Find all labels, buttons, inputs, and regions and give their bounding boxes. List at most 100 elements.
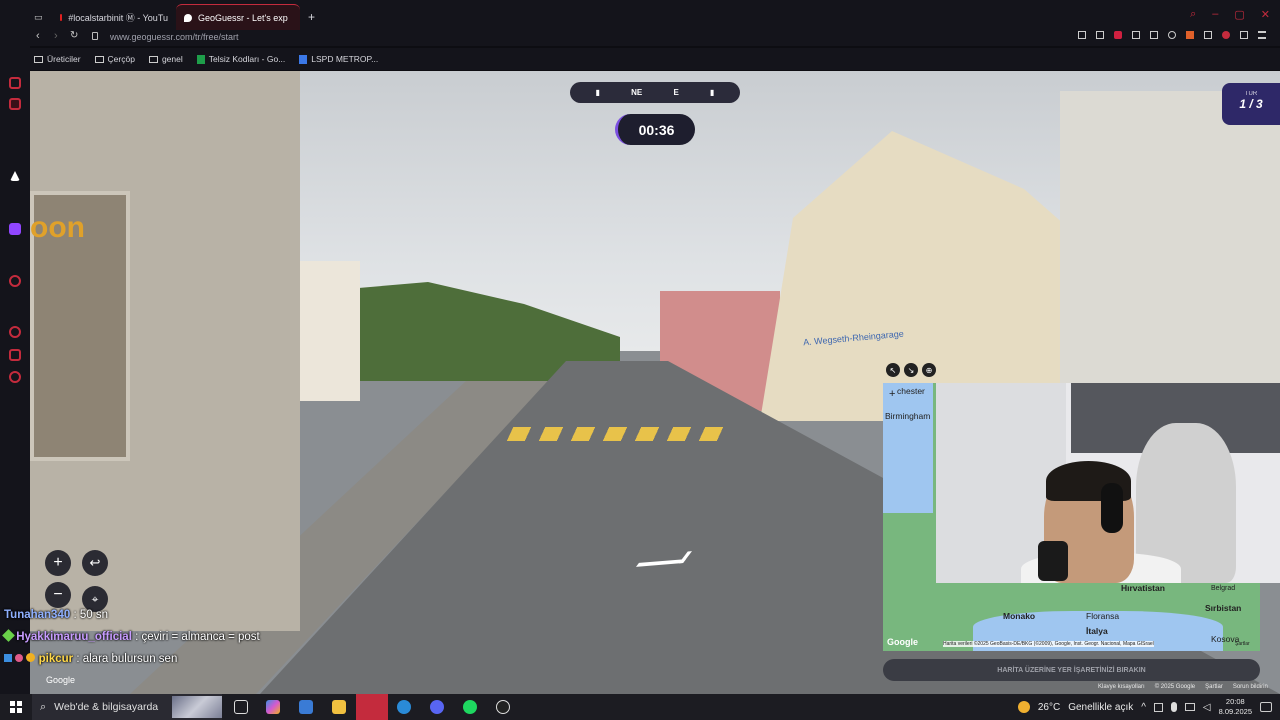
map-label: chester bbox=[897, 386, 925, 396]
map-google-logo: Google bbox=[887, 637, 918, 647]
pin-icon[interactable] bbox=[1078, 31, 1086, 39]
new-tab-button[interactable]: + bbox=[300, 4, 320, 30]
map-label: Floransa bbox=[1086, 611, 1120, 621]
menu-icon[interactable] bbox=[1258, 31, 1266, 39]
compass-tick-icon: ▮ bbox=[595, 88, 600, 97]
bookmark-label: LSPD METROP... bbox=[311, 54, 379, 64]
weather-icon[interactable] bbox=[1017, 701, 1030, 713]
maximize-icon[interactable]: ▢ bbox=[1234, 8, 1244, 21]
forward-icon[interactable]: › bbox=[54, 30, 58, 42]
network-icon[interactable] bbox=[1184, 703, 1195, 711]
credit-link[interactable]: Sorun bildirin bbox=[1233, 684, 1268, 690]
system-tray: 26°C Genellikle açık ^ ◁ 20:08 8.09.2025 bbox=[1017, 694, 1272, 720]
task-view-icon[interactable] bbox=[234, 700, 248, 714]
credit-link[interactable]: Klavye kısayolları bbox=[1098, 684, 1145, 690]
profile-icon[interactable] bbox=[1222, 31, 1230, 39]
tab-workspaces[interactable]: ▭ bbox=[30, 4, 52, 30]
map-expand-icon[interactable]: ↖ bbox=[886, 363, 900, 377]
reload-icon[interactable]: ↻ bbox=[70, 30, 78, 41]
search-placeholder: Web'de & bilgisayarda bbox=[54, 701, 159, 713]
building: oon bbox=[30, 71, 300, 631]
heart-icon[interactable] bbox=[1168, 31, 1176, 39]
building bbox=[1060, 91, 1280, 391]
twitch-icon[interactable] bbox=[9, 223, 21, 235]
round-value: 1 / 3 bbox=[1239, 97, 1263, 111]
taskbar-search[interactable]: ⌕ Web'de & bilgisayarda bbox=[32, 694, 222, 720]
extension-fox-icon[interactable] bbox=[1186, 31, 1194, 39]
chat-message: Hyakkimaruu_official : çeviri = almanca … bbox=[2, 629, 260, 643]
tab-youtube[interactable]: #localstarbinit Ⓜ - YouTu bbox=[52, 4, 176, 30]
tray-chevron-icon[interactable]: ^ bbox=[1141, 702, 1146, 713]
spotify-icon[interactable] bbox=[463, 700, 477, 714]
sidebar-shortcut-icon[interactable] bbox=[9, 77, 21, 89]
round-indicator: TUR 1 / 3 bbox=[1222, 83, 1280, 125]
back-icon[interactable]: ‹ bbox=[36, 30, 40, 42]
search-highlight-image bbox=[172, 696, 222, 718]
url-field[interactable]: www.geoguessr.com/tr/free/start bbox=[110, 30, 239, 44]
chat-text: : alara bulursun sen bbox=[76, 653, 178, 665]
street-view-panorama[interactable]: oon A. Wegseth-Rheingarage ▮ NE E ▮ 00:3… bbox=[30, 71, 1280, 694]
extensions-icon[interactable] bbox=[9, 349, 21, 361]
vpn-icon[interactable] bbox=[1132, 31, 1140, 39]
weather-temp[interactable]: 26°C bbox=[1038, 702, 1060, 713]
map-sea bbox=[883, 383, 933, 513]
history-icon[interactable] bbox=[9, 326, 21, 338]
return-start-button[interactable]: ↩ bbox=[82, 550, 108, 576]
copilot-icon[interactable] bbox=[266, 700, 280, 714]
map-toolbar: ↖ ↘ ⊕ bbox=[886, 363, 936, 377]
obs-icon[interactable] bbox=[496, 700, 510, 714]
chat-username: pikcur bbox=[38, 653, 74, 665]
map-pin-icon[interactable]: ⊕ bbox=[922, 363, 936, 377]
minimize-icon[interactable]: – bbox=[1212, 8, 1218, 21]
zoom-out-button[interactable]: − bbox=[45, 582, 71, 608]
bookmark-folder[interactable]: Çerçöp bbox=[94, 54, 135, 64]
guess-button[interactable]: HARİTA ÜZERİNE YER İŞARETİNİZİ BIRAKIN bbox=[883, 659, 1260, 681]
volume-icon[interactable]: ◁ bbox=[1203, 702, 1211, 713]
settings-icon[interactable] bbox=[9, 371, 21, 383]
vpn-app-icon[interactable] bbox=[397, 700, 411, 714]
windows-start-icon[interactable] bbox=[10, 701, 22, 713]
microphone-tray-icon[interactable] bbox=[1170, 702, 1177, 712]
download-icon[interactable] bbox=[1240, 31, 1248, 39]
search-tabs-icon[interactable]: ⌕ bbox=[1190, 8, 1196, 21]
close-icon[interactable]: ✕ bbox=[1261, 8, 1270, 21]
map-label: Hırvatistan bbox=[1121, 583, 1165, 593]
map-zoom-in-icon[interactable]: + bbox=[889, 388, 895, 400]
sidebar-shortcut-icon[interactable] bbox=[9, 275, 21, 287]
clock[interactable]: 20:08 8.09.2025 bbox=[1219, 697, 1252, 717]
map-terms[interactable]: Şartlar bbox=[1235, 641, 1250, 647]
aria-icon[interactable] bbox=[10, 171, 20, 181]
map-attribution: Harita verileri ©2025 GeoBasis-DE/BKG (©… bbox=[943, 641, 1154, 647]
sidebar-shortcut-icon[interactable] bbox=[9, 98, 21, 110]
bookmark-folder[interactable]: genel bbox=[148, 54, 183, 64]
notifications-icon[interactable] bbox=[1260, 702, 1272, 712]
file-explorer-icon[interactable] bbox=[332, 700, 346, 714]
chat-text: : çeviri = almanca = post bbox=[135, 631, 260, 643]
discord-icon[interactable] bbox=[430, 700, 444, 714]
extensions-puzzle-icon[interactable] bbox=[1204, 31, 1212, 39]
map-shrink-icon[interactable]: ↘ bbox=[904, 363, 918, 377]
bookmark-label: Telsiz Kodları - Go... bbox=[208, 54, 286, 64]
store-icon[interactable] bbox=[299, 700, 313, 714]
map-label: İtalya bbox=[1086, 626, 1108, 636]
google-logo: Google bbox=[46, 675, 76, 685]
tab-label: #localstarbinit Ⓜ - YouTu bbox=[68, 12, 168, 23]
bookmark-folder[interactable]: Üreticiler bbox=[34, 54, 81, 64]
bookmark-link[interactable]: LSPD METROP... bbox=[299, 54, 378, 64]
zoom-in-button[interactable]: + bbox=[45, 550, 71, 576]
bookmark-label: Çerçöp bbox=[107, 54, 135, 64]
crosswalk bbox=[506, 427, 734, 441]
tab-geoguessr[interactable]: GeoGuessr - Let's exp bbox=[176, 4, 300, 30]
play-icon[interactable] bbox=[1150, 31, 1158, 39]
snapshot-icon[interactable] bbox=[1096, 31, 1104, 39]
shield-icon[interactable] bbox=[1114, 31, 1122, 39]
youtube-icon bbox=[60, 13, 63, 21]
tray-app-icon[interactable] bbox=[1153, 702, 1163, 712]
opera-taskbar-icon[interactable] bbox=[356, 694, 388, 720]
bookmark-link[interactable]: Telsiz Kodları - Go... bbox=[196, 54, 286, 64]
chat-message: pikcur : alara bulursun sen bbox=[4, 653, 177, 665]
weather-text[interactable]: Genellikle açık bbox=[1068, 702, 1133, 713]
map-label: Monako bbox=[1003, 611, 1036, 621]
round-timer: 00:36 bbox=[615, 114, 695, 145]
credit-link[interactable]: Şartlar bbox=[1205, 684, 1223, 690]
